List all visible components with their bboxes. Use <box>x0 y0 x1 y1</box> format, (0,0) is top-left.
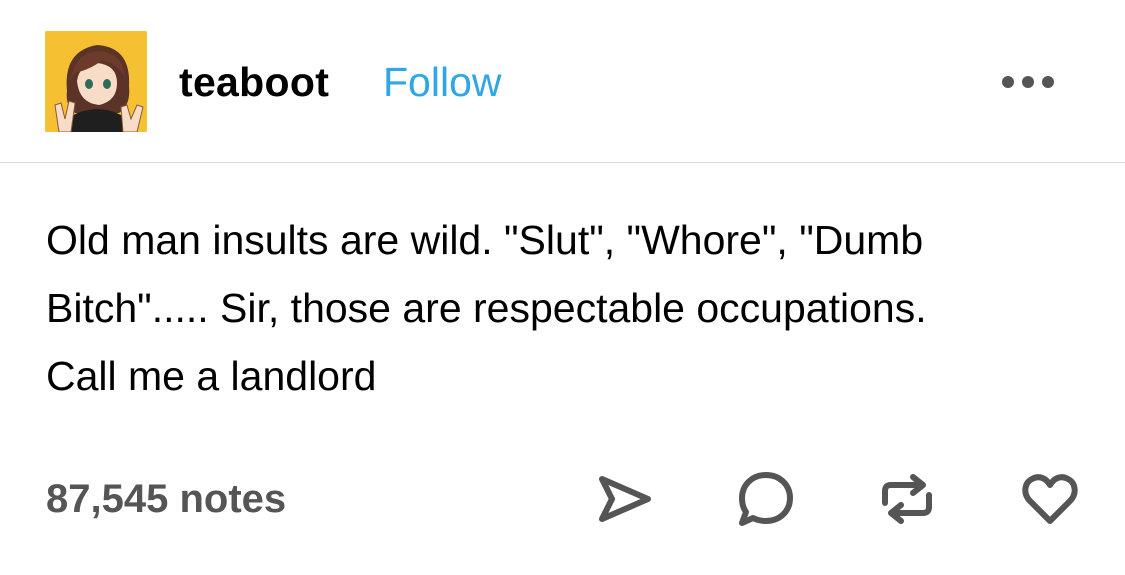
send-icon[interactable] <box>594 469 654 529</box>
username[interactable]: teaboot <box>179 56 329 108</box>
post-text-line: Bitch"..... Sir, those are respectable o… <box>46 285 927 331</box>
follow-button[interactable]: Follow <box>383 56 501 108</box>
post-body: Old man insults are wild. "Slut", "Whore… <box>46 206 1106 410</box>
post-text-line: Old man insults are wild. "Slut", "Whore… <box>46 217 924 263</box>
comment-icon[interactable] <box>736 469 796 529</box>
notes-count[interactable]: 87,545 notes <box>46 473 286 525</box>
heart-icon[interactable] <box>1020 469 1080 529</box>
more-horizontal-icon[interactable] <box>998 70 1058 94</box>
post-header: teaboot Follow <box>0 0 1125 163</box>
avatar[interactable] <box>45 31 147 132</box>
reblog-icon[interactable] <box>877 469 937 529</box>
post-text-line: Call me a landlord <box>46 353 377 399</box>
